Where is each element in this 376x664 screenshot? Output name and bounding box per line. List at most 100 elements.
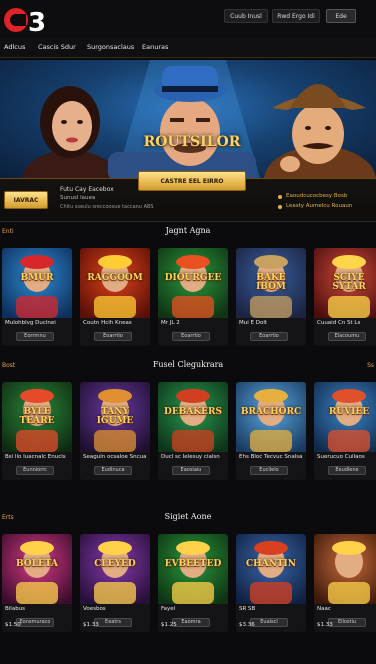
section-title: Fusel Clegukrara <box>152 360 224 369</box>
game-price: $3.36 <box>239 622 255 628</box>
game-logo-text: DIOURGEE <box>164 273 222 283</box>
game-thumbnail <box>236 382 306 452</box>
game-thumbnail <box>2 534 72 604</box>
hero-title: ROUTSILOR <box>143 134 241 150</box>
play-button[interactable]: Eoarrtio <box>94 332 132 341</box>
game-thumbnail <box>314 382 376 452</box>
game-logo-text: BYLE TEARE <box>19 407 55 426</box>
game-logo-text: CHANTIN <box>245 559 296 569</box>
game-tile[interactable]: CHANTIN SR SB Eualscl <box>236 534 306 632</box>
game-tile[interactable]: BMUR Mulohblvg Duclnei Eorrrnnu <box>2 248 72 346</box>
play-button[interactable]: Eeatrs <box>94 618 132 627</box>
game-logo-text: BOLETA <box>16 559 58 569</box>
game-name: Mui E Dolt <box>239 320 268 326</box>
promo-main-button[interactable]: CASTRE EEL EIRRO <box>138 171 246 191</box>
game-name: Bilabus <box>5 606 26 612</box>
game-logo-text: BMUR <box>20 273 54 283</box>
section-side-label-right[interactable]: Ss <box>367 362 374 369</box>
play-button[interactable]: Eualscl <box>250 618 288 627</box>
nav-item-2[interactable]: Cascis Sdur <box>38 43 76 51</box>
game-tile[interactable]: BRACHORC Ehs Bloc Tecvuc Snalsa Eucllelo <box>236 382 306 480</box>
brand-logo[interactable]: 3 <box>2 3 48 37</box>
play-button[interactable]: Eunniorrc <box>16 466 54 475</box>
promo-right-2[interactable]: Leasty Aumelcu Rouaun <box>286 203 352 209</box>
game-tile[interactable]: TANY IGUME Seaguln ocsaloe Sncua Eudlnuca <box>80 382 150 480</box>
nav-item-3[interactable]: Surgonsaclaus <box>87 43 134 51</box>
section-header: Sigiet Aone Erts <box>0 512 376 526</box>
play-button[interactable]: Eilostiu <box>328 618 366 627</box>
play-button[interactable]: Eudlnuca <box>94 466 132 475</box>
game-logo-text: RUVIEE <box>328 407 370 417</box>
game-name: Cuuaid Cn St Ls <box>317 320 361 326</box>
play-button[interactable]: Eeudlene <box>328 466 366 475</box>
game-name: Coutn Hcih Kneas <box>83 320 132 326</box>
play-button[interactable]: Elacoumu <box>328 332 366 341</box>
play-button[interactable]: Eucllelo <box>250 466 288 475</box>
game-thumbnail <box>236 534 306 604</box>
promo-right-1[interactable]: Eaoudcucocbesy Bosb <box>286 193 347 199</box>
game-logo-text: TANY IGUME <box>96 407 134 426</box>
game-name: Bsi llo Iuacnalc Enucls <box>5 454 66 460</box>
hero-banner[interactable]: ROUTSILOR <box>0 60 376 178</box>
game-logo-text: CLEYED <box>94 559 136 569</box>
game-name: Ducl sc Ielesuy cialsn <box>161 454 220 460</box>
hero-art <box>22 60 376 178</box>
game-thumbnail <box>2 248 72 318</box>
main-nav: Adlcus Cascis Sdur Surgonsaclaus Eanuras <box>0 38 376 58</box>
game-logo-text: RAGGOOM <box>87 273 143 283</box>
game-price: $1.25 <box>161 622 177 628</box>
promo-bar: CASTRE EEL EIRRO IAVRAC Futu Cay Eacebox… <box>0 171 376 222</box>
game-name: Naac <box>317 606 331 612</box>
header-button-2[interactable]: Rwd Ergo Idi <box>272 9 320 23</box>
game-name: Suerucuo Cuilaos <box>317 454 365 460</box>
game-name: Mr JL 2 <box>161 320 180 326</box>
nav-item-1[interactable]: Adlcus <box>4 43 25 51</box>
game-thumbnail <box>80 534 150 604</box>
section-header: Fusel Clegukrara Bost Ss <box>0 360 376 374</box>
game-name: SR SB <box>239 606 256 612</box>
play-button[interactable]: Eoarrtio <box>172 332 210 341</box>
play-button[interactable]: Eoarrtio <box>250 332 288 341</box>
play-button[interactable]: Eaoslaiu <box>172 466 210 475</box>
game-tile[interactable]: BYLE TEARE Bsi llo Iuacnalc Enucls Eunnior… <box>2 382 72 480</box>
game-thumbnail <box>158 248 228 318</box>
game-logo-text: SCIYE SYTAR <box>332 273 366 292</box>
game-price: $1.50 <box>5 622 21 628</box>
game-name: Ehs Bloc Tecvuc Snalsa <box>239 454 303 460</box>
game-tile[interactable]: SCIYE SYTAR Cuuaid Cn St Ls Elacoumu <box>314 248 376 346</box>
game-tile[interactable]: Naac Eilostiu <box>314 534 376 632</box>
game-price: $1.33 <box>83 622 99 628</box>
section-side-label[interactable]: Enti <box>2 228 14 235</box>
game-tile[interactable]: BOLETA Bilabus Eonsmuraco <box>2 534 72 632</box>
play-button[interactable]: Eorrrnnu <box>16 332 54 341</box>
section-side-label[interactable]: Bost <box>2 362 15 369</box>
game-tile[interactable]: CLEYED Voesbos Eeatrs <box>80 534 150 632</box>
game-name: Voesbos <box>83 606 106 612</box>
game-tile[interactable]: BAKE IBOM Mui E Dolt Eoarrtio <box>236 248 306 346</box>
game-tile[interactable]: RAGGOOM Coutn Hcih Kneas Eoarrtio <box>80 248 150 346</box>
header-button-1[interactable]: Cuub Inusl <box>224 9 268 23</box>
game-thumbnail <box>158 382 228 452</box>
svg-text:3: 3 <box>28 8 46 37</box>
game-tile[interactable]: DIOURGEE Mr JL 2 Eoarrtio <box>158 248 228 346</box>
game-name: Fayel <box>161 606 176 612</box>
section-title: Sigiet Aone <box>164 512 212 521</box>
game-tile[interactable]: DEBAKERS Ducl sc Ielesuy cialsn Eaoslaiu <box>158 382 228 480</box>
game-tile[interactable]: EVBEETED Fayel Eaomra <box>158 534 228 632</box>
game-thumbnail <box>158 534 228 604</box>
nav-item-4[interactable]: Eanuras <box>142 43 168 51</box>
game-logo-text: BAKE IBOM <box>256 273 286 292</box>
promo-text-3: Chitu sseulu sreccoosue taccanu ABS <box>60 204 154 210</box>
section-side-label[interactable]: Erts <box>2 514 14 521</box>
game-logo-text: BRACHORC <box>240 407 302 417</box>
play-button[interactable]: Eonsmuraco <box>16 618 54 627</box>
promo-text-1: Futu Cay Eacebox <box>60 186 114 193</box>
game-tile[interactable]: RUVIEE Suerucuo Cuilaos Eeudlene <box>314 382 376 480</box>
promo-text-2: Sunusl lauea <box>60 195 96 201</box>
game-thumbnail <box>314 534 376 604</box>
game-logo-text: EVBEETED <box>164 559 222 569</box>
header-button-3[interactable]: Ede <box>326 9 356 23</box>
game-name: Mulohblvg Duclnei <box>5 320 56 326</box>
play-button[interactable]: Eaomra <box>172 618 210 627</box>
promo-left-button[interactable]: IAVRAC <box>4 191 48 209</box>
